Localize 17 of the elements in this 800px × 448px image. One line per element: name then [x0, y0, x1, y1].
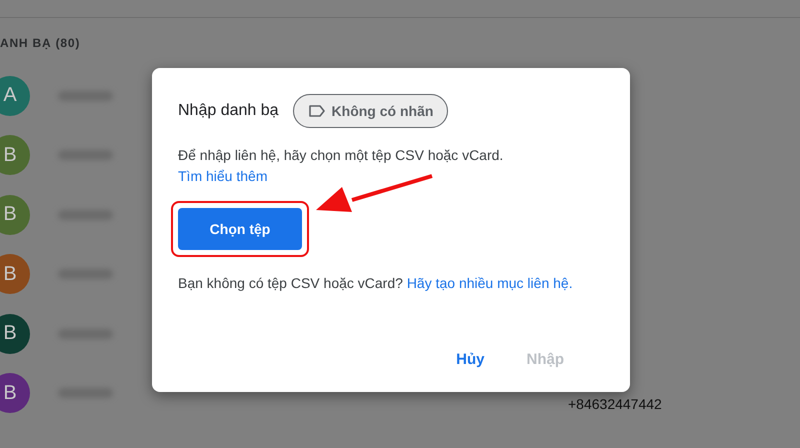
description-text: Để nhập liên hệ, hãy chọn một tệp CSV hoặc vCard. Tìm hiểu thêm: [178, 146, 504, 186]
contact-avatar: B: [0, 254, 30, 294]
list-header: ANH BẠ (80): [0, 36, 82, 52]
learn-more-link[interactable]: Tìm hiểu thêm: [178, 168, 268, 184]
contact-avatar: B: [0, 314, 30, 354]
choose-file-button[interactable]: Chọn tệp: [178, 208, 302, 250]
label-chip[interactable]: Không có nhãn: [292, 94, 448, 128]
dialog-title: Nhập danh bạ: [178, 102, 279, 120]
create-contacts-link[interactable]: Hãy tạo nhiều mục liên hệ.: [406, 275, 573, 291]
label-icon: [308, 104, 326, 118]
contact-avatar: B: [0, 135, 30, 176]
contact-avatar: B: [0, 373, 30, 414]
contact-avatar: A: [0, 76, 30, 116]
phone-number: +84632447442: [568, 396, 662, 412]
dialog-action-button[interactable]: Hủy: [448, 347, 492, 372]
contact-avatar: B: [0, 194, 30, 235]
no-file-text: Bạn không có tệp CSV hoặc vCard? Hãy tạo nhiều mục liên hệ.: [178, 274, 574, 293]
